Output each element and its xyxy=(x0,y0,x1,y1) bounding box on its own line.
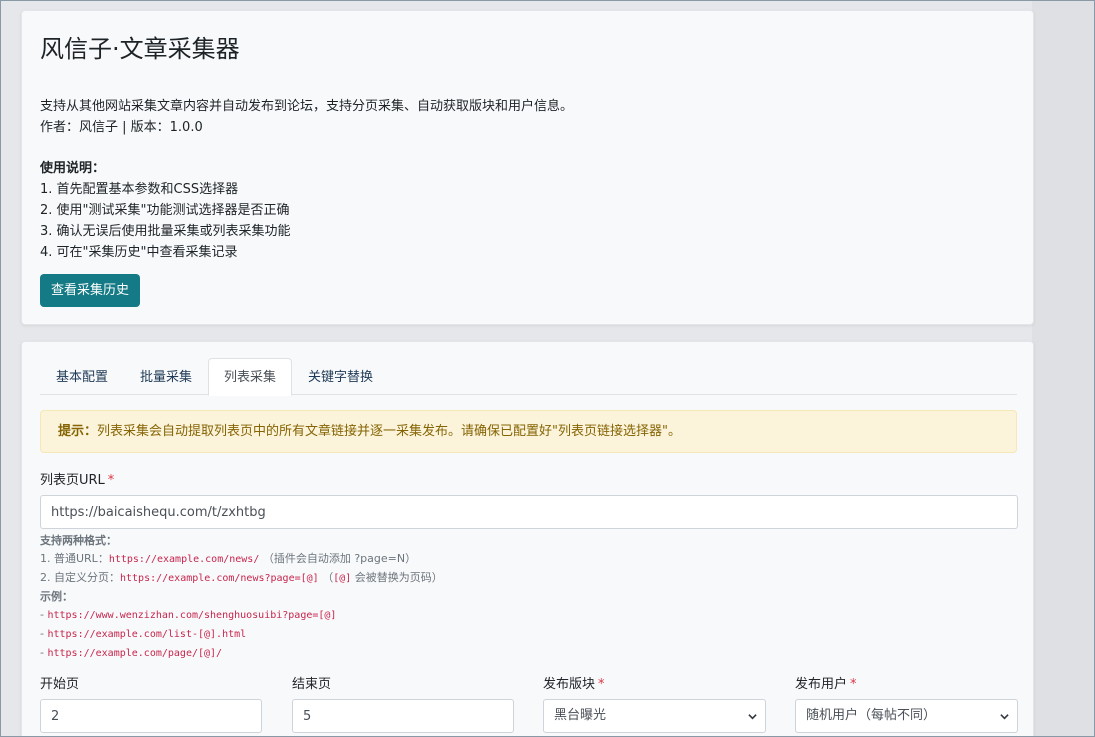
usage-step: 4. 可在"采集历史"中查看采集记录 xyxy=(40,245,238,260)
user-label-text: 发布用户 xyxy=(795,677,848,692)
collector-config-card: 基本配置 批量采集 列表采集 关键字替换 提示：列表采集会自动提取列表页中的所有… xyxy=(21,341,1034,736)
example-url: https://example.com/page/[@]/ xyxy=(47,648,223,659)
required-mark: * xyxy=(107,473,115,488)
example-url: https://www.wenzizhan.com/shenghuosuibi?… xyxy=(47,610,337,621)
format1-code: https://example.com/news/ xyxy=(108,554,260,565)
examples-title: 示例： xyxy=(40,590,73,603)
example-url: https://example.com/list-[@].html xyxy=(47,629,247,640)
format-line-2: 2. 自定义分页：https://example.com/news?page=[… xyxy=(40,569,1000,588)
format2-code2: [@] xyxy=(333,573,352,584)
user-select-value: 随机用户（每帖不同） xyxy=(806,708,937,723)
forum-label: 发布版块 * xyxy=(543,673,605,692)
list-url-help: 支持两种格式： 1. 普通URL：https://example.com/new… xyxy=(40,532,1000,663)
end-page-label: 结束页 xyxy=(292,677,332,692)
forum-label-text: 发布版块 xyxy=(543,677,596,692)
plugin-description: 支持从其他网站采集文章内容并自动发布到论坛，支持分页采集、自动获取版块和用户信息… xyxy=(40,99,574,114)
plugin-info-card: 风信子·文章采集器 支持从其他网站采集文章内容并自动发布到论坛，支持分页采集、自… xyxy=(21,10,1034,325)
usage-step: 2. 使用"测试采集"功能测试选择器是否正确 xyxy=(40,203,290,218)
tab-keyword-replace[interactable]: 关键字替换 xyxy=(292,358,389,395)
config-tabs: 基本配置 批量采集 列表采集 关键字替换 xyxy=(40,358,1017,396)
end-page-input[interactable] xyxy=(292,699,514,733)
app-window: 风信子·文章采集器 支持从其他网站采集文章内容并自动发布到论坛，支持分页采集、自… xyxy=(0,0,1095,737)
format1-prefix: 1. 普通URL： xyxy=(40,552,109,565)
start-page-input[interactable] xyxy=(40,699,262,733)
format-line-1: 1. 普通URL：https://example.com/news/ （插件会自… xyxy=(40,550,1000,569)
tip-alert-text: 列表采集会自动提取列表页中的所有文章链接并逐一采集发布。请确保已配置好"列表页链… xyxy=(97,424,681,439)
required-mark: * xyxy=(850,677,857,692)
list-url-label-text: 列表页URL xyxy=(40,473,105,488)
tab-list-collect[interactable]: 列表采集 xyxy=(208,358,293,396)
forum-select[interactable]: 黑台曝光 xyxy=(543,699,766,733)
example-line: - https://example.com/list-[@].html xyxy=(40,625,1000,644)
plugin-description-block: 支持从其他网站采集文章内容并自动发布到论坛，支持分页采集、自动获取版块和用户信息… xyxy=(40,96,1015,138)
list-url-input[interactable] xyxy=(40,495,1018,529)
example-line: - https://www.wenzizhan.com/shenghuosuib… xyxy=(40,606,1000,625)
user-select[interactable]: 随机用户（每帖不同） xyxy=(795,699,1018,733)
view-history-button[interactable]: 查看采集历史 xyxy=(40,274,141,307)
page-title: 风信子·文章采集器 xyxy=(40,35,240,63)
tab-basic-config[interactable]: 基本配置 xyxy=(40,358,124,395)
example-line: - https://example.com/page/[@]/ xyxy=(40,644,1000,663)
list-url-label: 列表页URL * xyxy=(40,469,114,488)
usage-instructions: 使用说明： 1. 首先配置基本参数和CSS选择器 2. 使用"测试采集"功能测试… xyxy=(40,158,1015,263)
user-label: 发布用户 * xyxy=(795,673,857,692)
format2-mid: （ xyxy=(322,571,334,584)
format2-code: https://example.com/news?page=[@] xyxy=(120,573,319,584)
forum-select-value: 黑台曝光 xyxy=(554,708,607,723)
tip-alert: 提示：列表采集会自动提取列表页中的所有文章链接并逐一采集发布。请确保已配置好"列… xyxy=(40,410,1017,453)
chevron-down-icon xyxy=(748,714,757,720)
usage-title: 使用说明： xyxy=(40,161,106,176)
right-gutter xyxy=(1032,1,1094,736)
tab-batch-collect[interactable]: 批量采集 xyxy=(124,358,208,395)
format2-suffix: 会被替换为页码） xyxy=(354,571,443,584)
format1-suffix: （插件会自动添加 ?page=N） xyxy=(262,552,417,565)
chevron-down-icon xyxy=(1000,714,1009,720)
usage-step: 1. 首先配置基本参数和CSS选择器 xyxy=(40,182,239,197)
usage-step: 3. 确认无误后使用批量采集或列表采集功能 xyxy=(40,224,291,239)
plugin-meta: 作者：风信子 | 版本：1.0.0 xyxy=(40,120,203,135)
required-mark: * xyxy=(598,677,605,692)
start-page-label: 开始页 xyxy=(40,677,80,692)
format2-prefix: 2. 自定义分页： xyxy=(40,571,120,584)
tip-alert-prefix: 提示： xyxy=(58,424,98,439)
formats-title: 支持两种格式： xyxy=(40,534,117,547)
